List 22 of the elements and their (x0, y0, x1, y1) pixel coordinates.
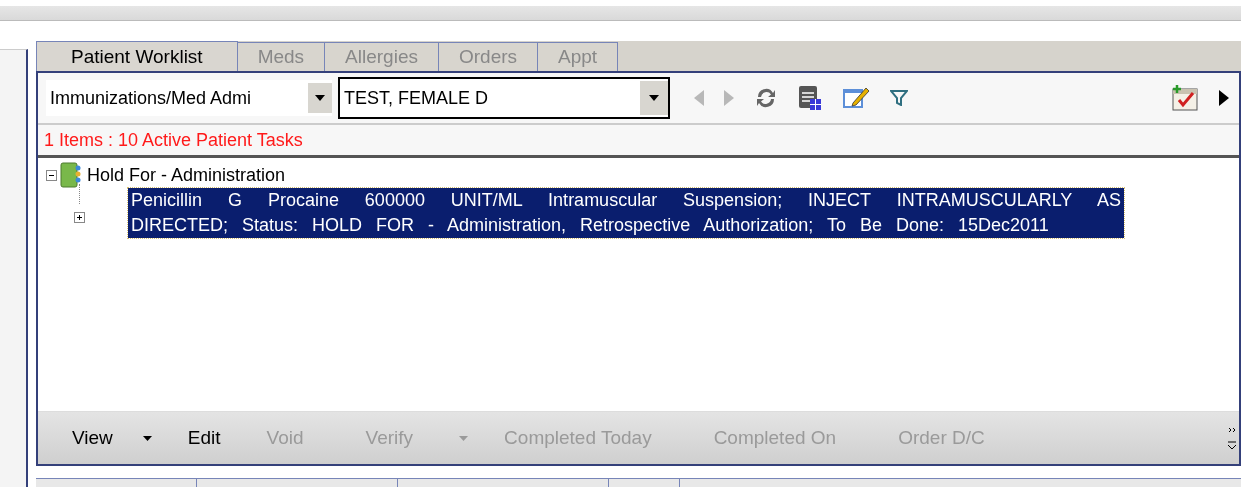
collapse-icon[interactable] (46, 169, 57, 181)
tab[interactable]: Appt (537, 42, 619, 71)
dropdown-caret-icon[interactable] (142, 435, 152, 441)
refresh-icon[interactable] (754, 86, 778, 110)
tree-group-label[interactable]: Hold For - Administration (87, 164, 286, 186)
list-grid-icon[interactable] (798, 85, 822, 111)
more-arrow-icon[interactable] (1219, 90, 1229, 106)
caret-icon (315, 95, 325, 101)
filter-icon[interactable] (890, 90, 908, 106)
notebook-icon (59, 162, 81, 188)
expand-icon[interactable] (74, 212, 85, 223)
caret-icon (649, 95, 659, 101)
edit-pencil-icon[interactable] (842, 86, 870, 110)
tab[interactable]: Patient Worklist (36, 41, 238, 71)
task-item[interactable]: Penicillin G Procaine 600000 UNIT/ML Intramuscular Suspension; INJECT INTRAMUSCULARLY AS DIRECTED; Status: HOLD FOR - Administration, Retrospective Authorization; To Be Done: 15Dec2011 (128, 188, 1124, 238)
action-button[interactable]: View (72, 427, 113, 450)
action-button[interactable]: Edit (187, 427, 221, 450)
calendar-check-icon[interactable] (1171, 85, 1199, 111)
overflow-icon[interactable] (1227, 426, 1237, 451)
task-count-text: 1 Items : 10 Active Patient Tasks (44, 129, 303, 151)
worklist-dropdown[interactable]: Immunizations/Med Admi (46, 80, 332, 116)
patient-dropdown[interactable]: TEST, FEMALE D (338, 77, 670, 119)
